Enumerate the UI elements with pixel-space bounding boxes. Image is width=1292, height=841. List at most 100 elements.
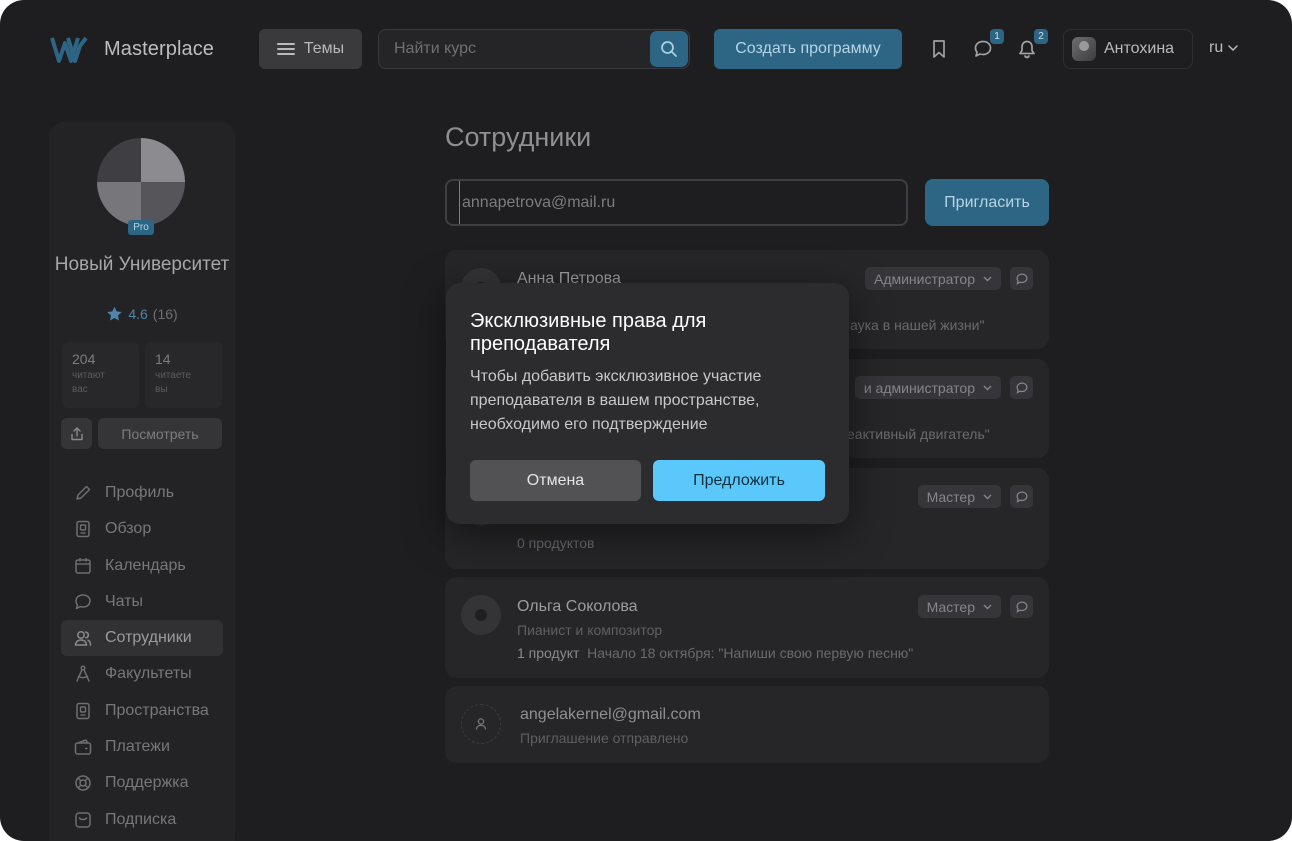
confirm-dialog: Эксклюзивные права для преподавателя Что… bbox=[446, 283, 849, 524]
stat-following[interactable]: 14 читаете вы bbox=[145, 342, 222, 408]
sidebar-item-label: Чаты bbox=[105, 592, 144, 610]
space-icon bbox=[76, 702, 90, 720]
pro-badge: Pro bbox=[128, 220, 154, 235]
dialog-title: Эксклюзивные права для преподавателя bbox=[470, 310, 707, 355]
sidebar-item-label: Пространства bbox=[105, 701, 209, 719]
rating: 4.6 (16) bbox=[49, 306, 235, 322]
pending-invite-card: angelakernel@gmail.com Приглашение отпра… bbox=[445, 686, 1049, 763]
invite-email-input[interactable] bbox=[459, 181, 889, 224]
invite-field bbox=[445, 179, 908, 226]
sidebar-item-label: Поддержка bbox=[105, 774, 189, 792]
sidebar-item-subscription[interactable]: Подписка bbox=[61, 802, 223, 838]
role-value: и администратор bbox=[863, 379, 975, 396]
chat-button[interactable] bbox=[1010, 376, 1033, 399]
wallet-icon bbox=[74, 739, 92, 755]
sidebar-item-label: Обзор bbox=[105, 520, 152, 538]
lifebuoy-icon bbox=[75, 775, 91, 792]
employee-course: Начало 18 октября: "Напиши свою первую п… bbox=[587, 645, 914, 661]
chevron-down-icon bbox=[983, 276, 992, 281]
sidebar-item-payments[interactable]: Платежи bbox=[61, 729, 223, 765]
themes-button[interactable]: Темы bbox=[259, 29, 362, 69]
subscription-icon bbox=[75, 811, 91, 828]
cancel-button[interactable]: Отмена bbox=[470, 460, 641, 501]
sidebar-item-support[interactable]: Поддержка bbox=[61, 765, 223, 801]
employee-card: Ольга Соколова Пианист и композитор 1 пр… bbox=[445, 577, 1049, 678]
dialog-body: Чтобы добавить эксклюзивное участие преп… bbox=[470, 368, 762, 433]
pencil-icon bbox=[76, 485, 91, 500]
chat-button[interactable] bbox=[1010, 595, 1033, 618]
sidebar-item-overview[interactable]: Обзор bbox=[61, 511, 223, 547]
sidebar-item-label: Подписка bbox=[105, 810, 177, 828]
employee-products: 0 продуктов bbox=[517, 535, 595, 551]
employee-course: еактивный двигатель" bbox=[847, 426, 990, 442]
propose-button[interactable]: Предложить bbox=[653, 460, 825, 501]
role-select[interactable]: Мастер bbox=[917, 485, 1001, 508]
employee-avatar[interactable] bbox=[461, 595, 501, 635]
rating-value: 4.6 bbox=[128, 306, 148, 322]
pending-avatar bbox=[461, 704, 501, 744]
rating-count: (16) bbox=[152, 306, 178, 322]
sidebar-item-spaces[interactable]: Пространства bbox=[61, 693, 223, 729]
role-select[interactable]: Администратор bbox=[864, 267, 1001, 290]
notifications-badge: 2 bbox=[1034, 29, 1048, 44]
stat-label: читаете вы bbox=[155, 370, 192, 395]
stat-followers[interactable]: 204 читают вас bbox=[62, 342, 139, 408]
messages-button[interactable]: 1 bbox=[972, 29, 1004, 60]
star-icon bbox=[107, 306, 123, 321]
user-name: Антохина bbox=[1104, 40, 1175, 57]
logo[interactable]: Masterplace bbox=[50, 34, 214, 64]
chat-icon bbox=[75, 594, 91, 610]
chat-icon bbox=[1015, 272, 1028, 285]
sidebar-item-calendar[interactable]: Календарь bbox=[61, 548, 223, 584]
search-input[interactable] bbox=[394, 30, 644, 68]
chat-button[interactable] bbox=[1010, 267, 1033, 290]
menu-icon bbox=[276, 43, 295, 55]
sidebar-item-label: Факультеты bbox=[105, 665, 192, 683]
chat-button[interactable] bbox=[1010, 485, 1033, 508]
search-box bbox=[378, 29, 690, 69]
stat-label: читают вас bbox=[72, 370, 105, 395]
app-name: Masterplace bbox=[104, 37, 215, 60]
messages-badge: 1 bbox=[990, 29, 1004, 44]
bookmark-button[interactable] bbox=[928, 38, 950, 60]
sidebar-item-label: Платежи bbox=[105, 738, 170, 756]
university-avatar[interactable] bbox=[97, 138, 185, 226]
employee-subtitle: Пианист и композитор bbox=[517, 622, 663, 638]
view-profile-button[interactable]: Посмотреть bbox=[98, 418, 222, 449]
employee-name[interactable]: Ольга Соколова bbox=[517, 598, 638, 616]
app-window: Masterplace Темы Создать программу 1 2 bbox=[0, 0, 1292, 841]
themes-label: Темы bbox=[303, 40, 345, 57]
role-value: Администратор bbox=[873, 270, 975, 287]
pending-email: angelakernel@gmail.com bbox=[520, 706, 701, 723]
search-icon bbox=[661, 41, 677, 57]
language-value: ru bbox=[1209, 39, 1224, 56]
create-program-button[interactable]: Создать программу bbox=[714, 29, 902, 69]
chevron-down-icon bbox=[983, 494, 992, 499]
sidebar-item-employees[interactable]: Сотрудники bbox=[61, 620, 223, 657]
sidebar-item-label: Сотрудники bbox=[105, 629, 192, 647]
sidebar-item-faculties[interactable]: Факультеты bbox=[61, 656, 223, 692]
logo-mark-icon bbox=[50, 36, 88, 63]
chat-icon bbox=[1015, 381, 1028, 394]
notifications-button[interactable]: 2 bbox=[1016, 29, 1048, 60]
sidebar-item-label: Профиль bbox=[105, 484, 175, 501]
employee-course: аука в нашей жизни" bbox=[850, 317, 985, 333]
chat-icon bbox=[1015, 600, 1028, 613]
search-button[interactable] bbox=[650, 31, 688, 67]
invite-button[interactable]: Пригласить bbox=[925, 179, 1049, 226]
employee-meta: 1 продукт Начало 18 октября: "Напиши сво… bbox=[517, 645, 913, 661]
overview-icon bbox=[76, 521, 90, 538]
user-menu[interactable]: Антохина bbox=[1063, 29, 1193, 69]
sidebar-item-profile[interactable]: Профиль bbox=[61, 475, 223, 511]
sidebar-item-chats[interactable]: Чаты bbox=[61, 584, 223, 620]
sidebar-nav: Профиль Обзор Календарь Чаты Сотрудники … bbox=[61, 475, 223, 838]
share-button[interactable] bbox=[61, 418, 92, 449]
role-select[interactable]: и администратор bbox=[854, 376, 1001, 399]
role-select[interactable]: Мастер bbox=[917, 595, 1001, 618]
stat-number: 204 bbox=[72, 351, 96, 367]
chevron-down-icon bbox=[1228, 45, 1238, 51]
employee-products: 1 продукт bbox=[517, 645, 580, 661]
sidebar: Pro Новый Университет 4.6 (16) 204 читаю… bbox=[49, 122, 235, 841]
language-select[interactable]: ru bbox=[1209, 39, 1238, 57]
role-value: Мастер bbox=[926, 488, 975, 505]
